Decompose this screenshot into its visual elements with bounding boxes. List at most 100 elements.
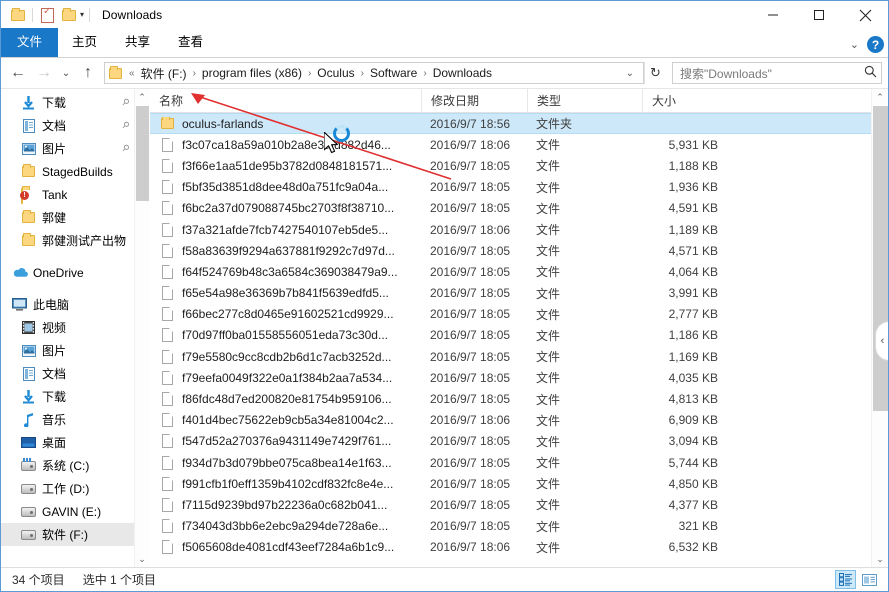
- table-row[interactable]: f6bc2a37d079088745bc2703f8f38710... 2016/…: [150, 198, 888, 219]
- refresh-button[interactable]: ↻: [644, 62, 666, 84]
- sidebar-item[interactable]: 图片 ⚲: [1, 137, 149, 160]
- column-header-name-label: 名称: [159, 94, 184, 108]
- nav-scrollbar[interactable]: ⌃ ⌄: [134, 89, 149, 567]
- tab-view[interactable]: 查看: [164, 29, 217, 57]
- search-box[interactable]: 搜索"Downloads": [672, 62, 882, 84]
- sidebar-item[interactable]: 下载 ⚲: [1, 91, 149, 114]
- sidebar-item[interactable]: OneDrive: [1, 261, 149, 284]
- cell-name: f991cfb1f0eff1359b4102cdf832fc8e4e...: [150, 476, 421, 491]
- sidebar-item[interactable]: 文档 ⚲: [1, 114, 149, 137]
- breadcrumb-item-3[interactable]: Software: [368, 66, 419, 80]
- table-row[interactable]: f7115d9239bd97b22236a0c682b041... 2016/9/…: [150, 494, 888, 515]
- breadcrumb-sep-2[interactable]: ›: [357, 68, 368, 79]
- details-view-button[interactable]: [835, 570, 856, 589]
- content-scroll-down-icon[interactable]: ⌄: [872, 551, 888, 567]
- breadcrumb-overflow[interactable]: «: [125, 68, 139, 79]
- sidebar-item[interactable]: ! Tank: [1, 183, 149, 206]
- up-button[interactable]: ↑: [75, 60, 101, 86]
- breadcrumb-sep-0[interactable]: ›: [189, 68, 200, 79]
- maximize-button[interactable]: [796, 1, 842, 29]
- new-folder-icon[interactable]: [59, 6, 78, 25]
- content-scroll-up-icon[interactable]: ⌃: [872, 89, 888, 105]
- table-row[interactable]: f3f66e1aa51de95b3782d0848181571... 2016/9…: [150, 155, 888, 176]
- column-header-date[interactable]: 修改日期: [421, 89, 527, 113]
- table-row[interactable]: f79e5580c9cc8cdb2b6d1c7acb3252d... 2016/9…: [150, 346, 888, 367]
- breadcrumb-item-0[interactable]: 软件 (F:): [139, 65, 189, 82]
- column-header-name[interactable]: 名称 ⌃: [150, 89, 421, 113]
- breadcrumb-sep-1[interactable]: ›: [304, 68, 315, 79]
- file-icon: [159, 434, 175, 449]
- table-row[interactable]: f66bec277c8d0465e91602521cd9929... 2016/9…: [150, 304, 888, 325]
- table-row[interactable]: f934d7b3d079bbe075ca8bea14e1f63... 2016/9…: [150, 452, 888, 473]
- sidebar-item[interactable]: GAVIN (E:): [1, 500, 149, 523]
- breadcrumb-item-2[interactable]: Oculus: [315, 66, 356, 80]
- back-button[interactable]: ←: [5, 60, 31, 86]
- tab-home[interactable]: 主页: [58, 29, 111, 57]
- sidebar-item-label: OneDrive: [33, 265, 84, 280]
- search-icon[interactable]: [864, 65, 877, 81]
- properties-icon[interactable]: [38, 6, 57, 25]
- table-row[interactable]: f734043d3bb6e2ebc9a294de728a6e... 2016/9/…: [150, 516, 888, 537]
- sidebar-item[interactable]: 郭健测试产出物: [1, 229, 149, 252]
- minimize-button[interactable]: [750, 1, 796, 29]
- breadcrumb-item-4[interactable]: Downloads: [431, 66, 494, 80]
- sidebar-item[interactable]: 音乐: [1, 408, 149, 431]
- table-row[interactable]: f547d52a270376a9431149e7429f761... 2016/9…: [150, 431, 888, 452]
- sidebar-item[interactable]: 桌面: [1, 431, 149, 454]
- pin-icon[interactable]: ⚲: [119, 96, 132, 108]
- help-icon[interactable]: ?: [867, 36, 884, 53]
- desktop-icon: [20, 436, 37, 449]
- sidebar-item[interactable]: 系统 (C:): [1, 454, 149, 477]
- table-row[interactable]: f3c07ca18a59a010b2a8e3afd882d46... 2016/9…: [150, 134, 888, 155]
- file-name-label: f37a321afde7fcb7427540107eb5de5...: [182, 222, 389, 237]
- column-header-type[interactable]: 类型: [527, 89, 642, 113]
- nav-scroll-down-icon[interactable]: ⌄: [135, 551, 149, 567]
- cell-date: 2016/9/7 18:05: [430, 180, 511, 195]
- sidebar-item[interactable]: 工作 (D:): [1, 477, 149, 500]
- sidebar-item[interactable]: StagedBuilds: [1, 160, 149, 183]
- table-row[interactable]: f64f524769b48c3a6584c369038479a9... 2016/…: [150, 261, 888, 282]
- sidebar-item[interactable]: 此电脑: [1, 293, 149, 316]
- sidebar-item[interactable]: 郭健: [1, 206, 149, 229]
- ribbon-right-controls: ⌄ ?: [850, 36, 884, 53]
- table-row[interactable]: f58a83639f9294a637881f9292c7d97d... 2016/…: [150, 240, 888, 261]
- table-row[interactable]: f991cfb1f0eff1359b4102cdf832fc8e4e... 201…: [150, 473, 888, 494]
- table-row[interactable]: f401d4bec75622eb9cb5a34e81004c2... 2016/9…: [150, 410, 888, 431]
- tab-file[interactable]: 文件: [1, 28, 59, 57]
- table-row[interactable]: f79eefa0049f322e0a1f384b2aa7a534... 2016/…: [150, 367, 888, 388]
- table-row[interactable]: oculus-farlands 2016/9/7 18:56 文件夹: [150, 113, 888, 135]
- nav-scroll-thumb[interactable]: [136, 106, 149, 201]
- breadcrumb-item-1[interactable]: program files (x86): [200, 66, 304, 80]
- close-button[interactable]: [842, 1, 888, 29]
- tab-share[interactable]: 共享: [111, 29, 164, 57]
- forward-button[interactable]: →: [31, 60, 57, 86]
- table-row[interactable]: f37a321afde7fcb7427540107eb5de5... 2016/9…: [150, 219, 888, 240]
- pin-icon[interactable]: ⚲: [119, 119, 132, 131]
- table-row[interactable]: f5065608de4081cdf43eef7284a6b1c9... 2016/…: [150, 537, 888, 558]
- pin-icon[interactable]: ⚲: [119, 142, 132, 154]
- recent-locations-button[interactable]: ⌄: [57, 60, 75, 86]
- column-header-size[interactable]: 大小: [642, 89, 722, 113]
- table-row[interactable]: f5bf35d3851d8dee48d0a751fc9a04a... 2016/9…: [150, 177, 888, 198]
- explorer-body: 下载 ⚲ 文档 ⚲ 图片 ⚲ StagedBuilds! Tank 郭健 郭健测试产出物 OneDr…: [1, 89, 888, 567]
- table-row[interactable]: f86fdc48d7ed200820e81754b959106... 2016/9…: [150, 388, 888, 409]
- chevron-down-icon[interactable]: ⌄: [850, 38, 859, 51]
- address-dropdown-icon[interactable]: ⌄: [619, 68, 641, 79]
- ribbon-tab-bar: 文件 主页 共享 查看 ⌄ ?: [1, 28, 888, 58]
- breadcrumb-sep-3[interactable]: ›: [419, 68, 430, 79]
- folder-icon[interactable]: [8, 6, 27, 25]
- preview-pane-toggle[interactable]: ‹: [875, 321, 888, 361]
- sidebar-item[interactable]: 视频: [1, 316, 149, 339]
- breadcrumb-bar[interactable]: « 软件 (F:) › program files (x86) › Oculus…: [104, 62, 644, 84]
- sidebar-item[interactable]: 下载: [1, 385, 149, 408]
- table-row[interactable]: f70d97ff0ba01558556051eda73c30d... 2016/9…: [150, 325, 888, 346]
- sidebar-item[interactable]: 软件 (F:): [1, 523, 149, 546]
- sidebar-item[interactable]: 图片: [1, 339, 149, 362]
- nav-scroll-up-icon[interactable]: ⌃: [135, 89, 149, 105]
- table-row[interactable]: f65e54a98e36369b7b841f5639edfd5... 2016/9…: [150, 283, 888, 304]
- customize-chevron-icon[interactable]: ▾: [80, 11, 84, 19]
- content-scroll-thumb[interactable]: [873, 106, 888, 411]
- sidebar-item[interactable]: 文档: [1, 362, 149, 385]
- large-icons-view-button[interactable]: [859, 570, 880, 589]
- search-input[interactable]: 搜索"Downloads": [680, 65, 864, 82]
